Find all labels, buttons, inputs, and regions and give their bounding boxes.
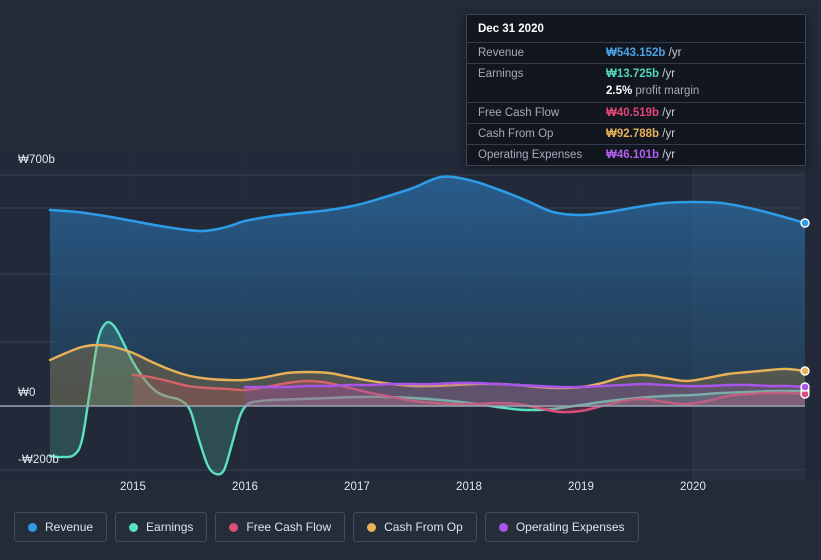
chart-stage: ₩700b ₩0 -₩200b 2015 2016 2017 2018 2019 2020… [0,0,821,560]
tooltip-row-operating-expenses: Operating Expenses ₩46.101b /yr [467,144,805,165]
legend-item-label: Free Cash Flow [246,520,332,534]
chart-legend[interactable]: Revenue Earnings Free Cash Flow Cash From O… [14,512,639,542]
endpoint-marker-revenue[interactable] [800,218,810,228]
legend-color-dot [367,522,377,532]
endpoint-marker-cash-from-op[interactable] [800,366,810,376]
tooltip-row-label: Earnings [478,68,524,80]
legend-item-label: Earnings [146,520,194,534]
legend-color-dot [498,522,508,532]
legend-item-free-cash-flow[interactable]: Free Cash Flow [215,512,346,542]
tooltip-row-value: ₩92.788b /yr [606,128,676,140]
tooltip-row-earnings: Earnings ₩13.725b /yr [467,63,805,84]
data-tooltip: Dec 31 2020 Revenue ₩543.152b /yr Earnings… [466,14,806,166]
legend-color-dot [229,522,239,532]
legend-color-dot [129,522,139,532]
legend-item-label: Revenue [45,520,94,534]
tooltip-row-value: ₩46.101b /yr [606,149,676,161]
tooltip-row-cash-from-op: Cash From Op ₩92.788b /yr [467,123,805,144]
legend-item-cash-from-op[interactable]: Cash From Op [353,512,477,542]
tooltip-date: Dec 31 2020 [478,23,544,35]
tooltip-row-label: Revenue [478,47,525,59]
tooltip-row-free-cash-flow: Free Cash Flow ₩40.519b /yr [467,102,805,123]
tooltip-row-label: Operating Expenses [478,149,583,161]
tooltip-row-label: Free Cash Flow [478,107,560,119]
tooltip-row-value: ₩543.152b /yr [606,47,682,59]
tooltip-row-label: Cash From Op [478,128,554,140]
legend-color-dot [28,522,37,532]
series-operating-expenses [243,381,807,406]
tooltip-row-value: ₩40.519b /yr [606,107,676,119]
legend-item-label: Cash From Op [384,520,463,534]
endpoint-marker-operating-expenses[interactable] [800,382,810,392]
tooltip-profit-margin-value: 2.5% profit margin [606,85,700,97]
legend-item-operating-expenses[interactable]: Operating Expenses [484,512,639,542]
legend-item-revenue[interactable]: Revenue [14,512,108,542]
legend-item-earnings[interactable]: Earnings [115,512,208,542]
tooltip-row-profit-margin: 2.5% profit margin [467,84,805,102]
tooltip-row-value: ₩13.725b /yr [606,68,676,80]
legend-item-label: Operating Expenses [515,520,625,534]
tooltip-row-revenue: Revenue ₩543.152b /yr [467,42,805,63]
